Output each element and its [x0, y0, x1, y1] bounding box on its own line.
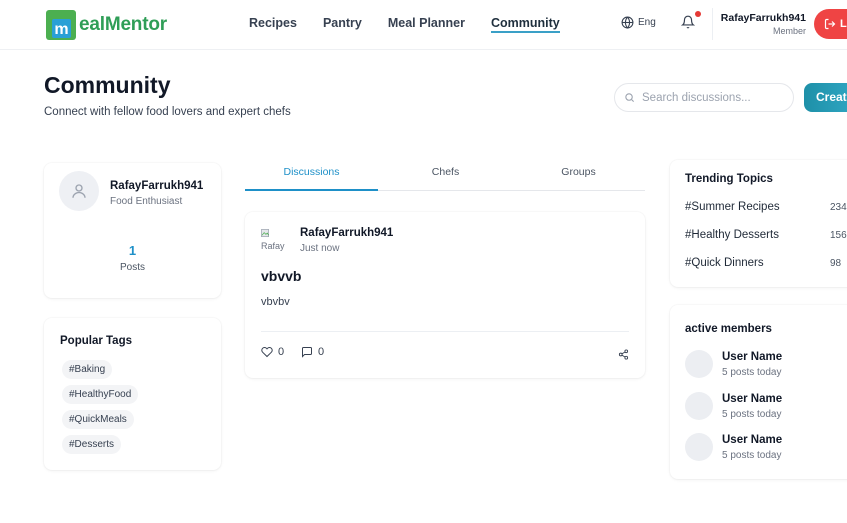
heart-icon [261, 346, 273, 358]
tag-quickmeals[interactable]: #QuickMeals [62, 410, 134, 429]
trending-topic-count: 98 [830, 258, 842, 269]
active-members-title: active members [685, 323, 772, 335]
tab-discussions[interactable]: Discussions [245, 160, 378, 191]
page-title: Community [44, 72, 171, 98]
trending-topics-card: Trending Topics #Summer Recipes 234 #Hea… [670, 160, 847, 287]
post-author-avatar[interactable]: Rafay [261, 229, 289, 257]
nav-pantry[interactable]: Pantry [323, 16, 362, 33]
member-name[interactable]: User Name [722, 351, 782, 363]
search-input[interactable] [642, 91, 782, 104]
nav-community[interactable]: Community [490, 16, 560, 33]
user-icon [72, 184, 86, 198]
member-name[interactable]: User Name [722, 434, 782, 446]
popular-tags-card: Popular Tags #Baking #HealthyFood #Quick… [44, 318, 221, 470]
svg-text:m: m [54, 21, 68, 38]
bell-icon [680, 15, 696, 29]
language-label: Eng [638, 17, 656, 28]
member-avatar[interactable] [685, 433, 713, 461]
like-count: 0 [278, 346, 285, 358]
tag-desserts[interactable]: #Desserts [62, 435, 122, 454]
member-avatar[interactable] [685, 350, 713, 378]
user-menu[interactable]: RafayFarrukh941 Member [714, 12, 806, 36]
post-title[interactable]: vbvvb [261, 268, 301, 284]
logout-button[interactable]: L [814, 9, 847, 39]
header-divider [712, 8, 713, 40]
tab-chefs[interactable]: Chefs [379, 160, 512, 191]
search-icon [625, 93, 635, 103]
popular-tags-title: Popular Tags [60, 335, 132, 347]
logo-mark-icon: m [46, 10, 76, 40]
comment-icon [302, 347, 312, 358]
logout-icon [824, 18, 836, 30]
page-subtitle: Connect with fellow food lovers and expe… [44, 106, 291, 118]
profile-name: RafayFarrukh941 [110, 180, 204, 192]
member-stat: 5 posts today [722, 409, 782, 420]
posts-label: Posts [119, 262, 145, 273]
globe-icon [621, 16, 634, 29]
trending-topic-item[interactable]: #Summer Recipes [685, 201, 780, 213]
post-author[interactable]: RafayFarrukh941 [300, 227, 393, 239]
top-navbar: m ealMentor Recipes Pantry Meal Planner … [0, 0, 847, 50]
community-tabs: Discussions Chefs Groups [245, 160, 645, 191]
trending-title: Trending Topics [685, 173, 773, 185]
profile-role: Food Enthusiast [110, 196, 183, 207]
language-selector[interactable]: Eng [621, 16, 656, 29]
brand-name: ealMentor [79, 14, 167, 35]
share-icon [618, 349, 629, 360]
create-post-button[interactable]: Creat [804, 83, 847, 112]
search-box [614, 83, 794, 112]
broken-image-icon [261, 229, 270, 238]
notifications-button[interactable] [680, 14, 696, 35]
post-avatar-alt: Rafay [261, 241, 285, 251]
nav-meal-planner[interactable]: Meal Planner [388, 16, 465, 33]
user-name: RafayFarrukh941 [720, 12, 806, 24]
avatar[interactable] [59, 171, 99, 211]
post-card: Rafay RafayFarrukh941 Just now vbvvb vbv… [245, 212, 645, 378]
comment-count: 0 [318, 346, 325, 358]
main-nav: Recipes Pantry Meal Planner Community [249, 16, 586, 33]
brand-logo[interactable]: m ealMentor [46, 10, 167, 40]
tag-baking[interactable]: #Baking [62, 360, 113, 379]
member-name[interactable]: User Name [722, 393, 782, 405]
user-role: Member [772, 26, 806, 36]
post-timestamp: Just now [300, 243, 340, 254]
post-body: vbvbv [261, 296, 290, 308]
tag-healthyfood[interactable]: #HealthyFood [62, 385, 139, 404]
profile-card: RafayFarrukh941 Food Enthusiast 1 Posts [44, 163, 221, 298]
comment-button[interactable]: 0 [301, 346, 324, 358]
member-stat: 5 posts today [722, 450, 782, 461]
member-avatar[interactable] [685, 392, 713, 420]
trending-topic-count: 234 [830, 202, 847, 213]
tab-groups[interactable]: Groups [512, 160, 645, 191]
trending-topic-count: 156 [830, 230, 847, 241]
like-button[interactable]: 0 [261, 346, 284, 358]
posts-count: 1 [128, 243, 137, 258]
member-stat: 5 posts today [722, 367, 782, 378]
logout-label: L [840, 18, 847, 30]
active-members-card: active members User Name 5 posts today U… [670, 305, 847, 479]
trending-topic-item[interactable]: #Healthy Desserts [685, 229, 779, 241]
post-divider [261, 331, 629, 332]
share-button[interactable] [618, 347, 629, 365]
trending-topic-item[interactable]: #Quick Dinners [685, 257, 764, 269]
notification-badge [695, 11, 701, 17]
nav-recipes[interactable]: Recipes [249, 16, 297, 33]
